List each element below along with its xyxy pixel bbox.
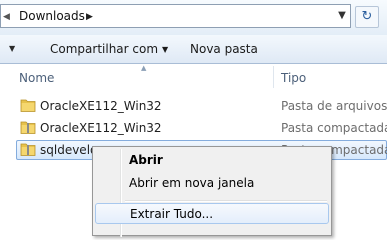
- column-header-type[interactable]: Tipo: [281, 71, 306, 85]
- column-divider[interactable]: [273, 66, 274, 88]
- zip-folder-icon: [20, 143, 36, 156]
- file-type: Pasta de arquivos: [281, 99, 387, 113]
- chevron-down-icon: ▼: [162, 45, 169, 54]
- menu-item-open[interactable]: Abrir: [95, 150, 329, 171]
- file-type: Pasta compactada: [281, 121, 387, 135]
- zip-folder-icon: [20, 121, 36, 134]
- menu-item-open-new-window[interactable]: Abrir em nova janela: [95, 173, 329, 194]
- list-item[interactable]: OracleXE112_Win32 Pasta compactada: [0, 118, 387, 138]
- context-menu: Abrir Abrir em nova janela Extrair Tudo.…: [92, 146, 332, 237]
- refresh-button[interactable]: ↻: [355, 6, 379, 28]
- menu-separator: [125, 200, 327, 202]
- share-with-button[interactable]: Compartilhar com ▼: [50, 42, 168, 56]
- folder-icon: [20, 99, 36, 112]
- file-name: OracleXE112_Win32: [40, 121, 162, 135]
- sort-ascending-icon: ▲: [141, 64, 147, 72]
- new-folder-label: Nova pasta: [190, 42, 258, 56]
- file-name: OracleXE112_Win32: [40, 99, 162, 113]
- chevron-right-icon[interactable]: ▶: [86, 12, 93, 22]
- command-bar: ▼ Compartilhar com ▼ Nova pasta: [0, 35, 387, 64]
- list-item[interactable]: OracleXE112_Win32 Pasta de arquivos: [0, 96, 387, 116]
- organize-dropdown-icon[interactable]: ▼: [9, 44, 15, 53]
- menu-item-extract-all[interactable]: Extrair Tudo...: [95, 203, 329, 224]
- address-bar-row: ◀ Downloads ▶ ▼ ↻: [0, 0, 387, 35]
- chevron-left-icon[interactable]: ◀: [3, 12, 10, 22]
- refresh-icon: ↻: [361, 9, 373, 24]
- menu-item-label: Abrir em nova janela: [129, 176, 255, 190]
- new-folder-button[interactable]: Nova pasta: [190, 42, 258, 56]
- address-history-dropdown-icon[interactable]: ▼: [334, 10, 350, 24]
- menu-item-label: Extrair Tudo...: [130, 207, 214, 221]
- share-with-label: Compartilhar com: [50, 42, 159, 56]
- address-bar[interactable]: ◀ Downloads ▶ ▼: [0, 4, 351, 28]
- column-header-name[interactable]: Nome: [19, 71, 54, 85]
- menu-item-label: Abrir: [129, 153, 163, 167]
- breadcrumb-downloads[interactable]: Downloads: [19, 9, 85, 23]
